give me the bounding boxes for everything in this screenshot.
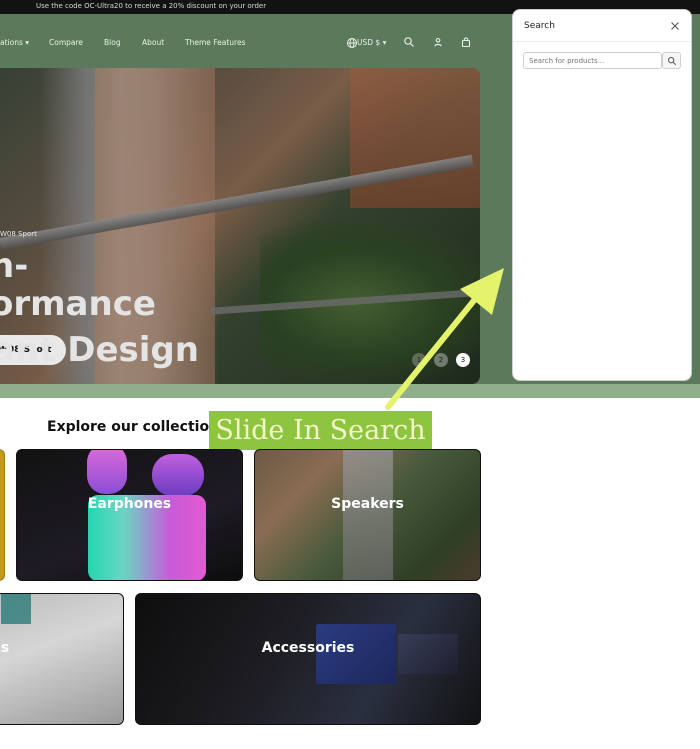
globe-icon[interactable] [346, 37, 357, 48]
nav-item-about[interactable]: About [142, 38, 164, 47]
nav-item-compare[interactable]: Compare [49, 38, 83, 47]
collection-card-left[interactable]: s [0, 593, 124, 725]
speakers-card-image [343, 450, 393, 580]
collections-heading: Explore our collections [47, 419, 228, 435]
header-bottom-strip [0, 384, 700, 398]
nav-item-blog[interactable]: Blog [104, 38, 121, 47]
hero-headline-line-2: ormance [0, 284, 156, 324]
collection-card-label: Accessories [261, 640, 355, 656]
annotation-label: Slide In Search [209, 411, 432, 450]
main-nav: ations ▾ Compare Blog About Theme Featur… [0, 14, 510, 68]
hero-headline-line-1: n- [0, 246, 29, 286]
collection-card-earphones[interactable]: Earphones [16, 449, 243, 581]
annotation-arrow-icon [385, 268, 504, 410]
search-drawer-divider [513, 41, 691, 42]
search-submit-icon [667, 56, 677, 66]
collection-card-label: Earphones [87, 496, 172, 512]
collection-card-partial[interactable] [0, 449, 5, 581]
collection-card-label: s [0, 640, 10, 656]
earphone-pod-image [87, 450, 127, 494]
collection-card-speakers[interactable]: Speakers [254, 449, 481, 581]
currency-selector[interactable]: USD $ ▾ [357, 38, 386, 47]
page: Use the code OC-Ultra20 to receive a 20%… [0, 0, 700, 749]
announcement-text: Use the code OC-Ultra20 to receive a 20%… [36, 2, 267, 10]
nav-item-collections[interactable]: ations ▾ [0, 38, 29, 47]
search-drawer: Search [512, 9, 692, 381]
close-icon[interactable] [669, 20, 681, 32]
hero-subtitle: W08 Sport [0, 230, 37, 238]
collection-card-accessories[interactable]: Accessories [135, 593, 481, 725]
account-icon[interactable] [432, 36, 444, 48]
collection-card-label: Speakers [331, 496, 404, 512]
laptop-card-image [1, 594, 31, 624]
search-submit-button[interactable] [662, 52, 681, 69]
nav-item-theme-features[interactable]: Theme Features [185, 38, 246, 47]
search-drawer-title: Search [524, 21, 555, 31]
cart-icon[interactable] [460, 36, 472, 48]
hero-headline-line-3: ant Design [0, 330, 199, 370]
earphone-pod-image-2 [152, 454, 204, 496]
search-icon[interactable] [403, 36, 415, 48]
search-input[interactable] [523, 52, 662, 69]
